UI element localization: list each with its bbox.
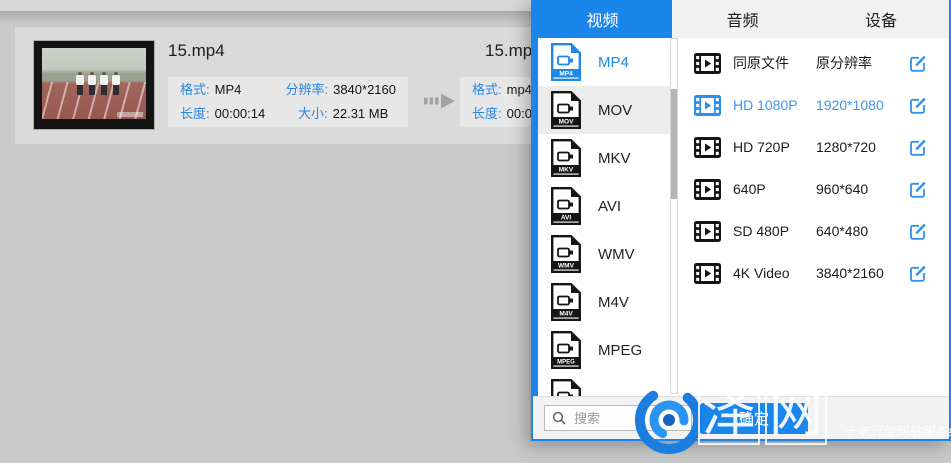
format-label: WMV — [598, 246, 635, 263]
thumbnail-figure — [112, 72, 120, 96]
file-format-icon: WMV — [551, 235, 581, 273]
quality-name: 4K Video — [733, 265, 790, 281]
scrollbar-thumb[interactable] — [671, 89, 677, 199]
format-value: MP4 — [215, 78, 242, 102]
file-format-icon: MOV — [551, 91, 581, 129]
file-format-icon — [551, 379, 581, 397]
format-item-mp4[interactable]: MP4 MP4 — [538, 38, 677, 86]
format-value: mp4 — [507, 78, 532, 102]
svg-text:MOV: MOV — [559, 119, 574, 126]
filmstrip-icon — [694, 137, 721, 158]
duration-label: 长度: — [180, 102, 210, 126]
quality-resolution: 原分辨率 — [816, 53, 872, 73]
file-format-icon: MP4 — [551, 43, 581, 81]
filmstrip-icon — [694, 53, 721, 74]
file-format-icon: AVI — [551, 187, 581, 225]
format-label: AVI — [598, 198, 621, 215]
svg-text:MKV: MKV — [559, 167, 574, 174]
svg-text:WMV: WMV — [558, 263, 575, 270]
format-item-wmv[interactable]: WMV WMV — [538, 230, 677, 278]
filmstrip-icon — [694, 263, 721, 284]
filmstrip-icon — [694, 179, 721, 200]
format-label: MP4 — [598, 54, 629, 71]
popup-tab-bar: 视频 音频 设备 — [533, 0, 949, 38]
edit-settings-icon[interactable] — [907, 137, 928, 158]
duration-label: 长度: — [472, 102, 502, 126]
quality-resolution: 960*640 — [816, 181, 868, 197]
format-item-mov[interactable]: MOV MOV — [538, 86, 677, 134]
quality-item-640p[interactable]: 640P 960*640 — [679, 168, 949, 210]
thumbnail-photo — [42, 48, 146, 119]
quality-name: 640P — [733, 181, 766, 197]
duration-value: 00:00:14 — [215, 102, 266, 126]
thumbnail-watermark — [117, 112, 143, 117]
tab-device[interactable]: 设备 — [813, 0, 949, 38]
resolution-label: 分辨率: — [285, 78, 328, 102]
format-label: M4V — [598, 294, 629, 311]
edit-settings-icon[interactable] — [907, 221, 928, 242]
format-list: MP4 MP4 MOV MOV — [533, 38, 677, 397]
source-file-info: 格式:MP4 分辨率:3840*2160 长度:00:00:14 大小:22.3… — [168, 77, 408, 127]
video-thumbnail — [33, 40, 155, 130]
quality-resolution: 640*480 — [816, 223, 868, 239]
quality-name: 同原文件 — [733, 53, 789, 73]
thumbnail-figure — [76, 72, 84, 96]
popup-bottom-bar: 确定 — [533, 396, 949, 439]
edit-settings-icon[interactable] — [907, 179, 928, 200]
size-value: 22.31 MB — [333, 102, 389, 126]
tab-audio[interactable]: 音频 — [672, 0, 813, 38]
quality-item-hd1080p[interactable]: HD 1080P 1920*1080 — [679, 84, 949, 126]
format-item-partial[interactable] — [538, 374, 677, 397]
search-icon — [552, 411, 566, 425]
convert-direction-icon — [424, 89, 458, 113]
app-window: 15.mp4 格式:MP4 分辨率:3840*2160 长度:00:00:14 … — [0, 0, 951, 463]
svg-text:MPEG: MPEG — [557, 360, 575, 366]
format-label: 格式: — [472, 78, 502, 102]
format-label: MPEG — [598, 342, 642, 359]
quality-item-original[interactable]: 同原文件 原分辨率 — [679, 42, 949, 84]
search-input[interactable] — [572, 410, 676, 427]
resolution-value: 3840*2160 — [333, 78, 396, 102]
size-label: 大小: — [298, 102, 328, 126]
svg-text:AVI: AVI — [561, 215, 572, 222]
quality-list: 同原文件 原分辨率 HD 1080P 1920*1080 — [679, 38, 949, 397]
filmstrip-icon — [694, 95, 721, 116]
tab-video[interactable]: 视频 — [533, 0, 672, 38]
quality-resolution: 1920*1080 — [816, 97, 884, 113]
file-format-icon: MKV — [551, 139, 581, 177]
quality-resolution: 3840*2160 — [816, 265, 884, 281]
format-label: MOV — [598, 102, 632, 119]
output-format-popup: 视频 音频 设备 MP4 MP4 — [531, 0, 951, 441]
format-item-mpeg[interactable]: MPEG MPEG — [538, 326, 677, 374]
confirm-button[interactable]: 确定 — [700, 403, 808, 434]
source-file-title: 15.mp4 — [168, 41, 225, 61]
file-format-icon: MPEG — [551, 331, 581, 369]
svg-text:M4V: M4V — [559, 311, 573, 318]
edit-settings-icon[interactable] — [907, 263, 928, 284]
quality-item-4k[interactable]: 4K Video 3840*2160 — [679, 252, 949, 294]
format-label: 格式: — [180, 78, 210, 102]
file-format-icon: M4V — [551, 283, 581, 321]
quality-item-sd480p[interactable]: SD 480P 640*480 — [679, 210, 949, 252]
quality-resolution: 1280*720 — [816, 139, 876, 155]
thumbnail-figure — [88, 72, 96, 96]
quality-item-hd720p[interactable]: HD 720P 1280*720 — [679, 126, 949, 168]
filmstrip-icon — [694, 221, 721, 242]
quality-name: HD 720P — [733, 139, 790, 155]
format-list-scrollbar[interactable] — [670, 38, 678, 394]
quality-name: SD 480P — [733, 223, 789, 239]
format-label: MKV — [598, 150, 631, 167]
format-item-mkv[interactable]: MKV MKV — [538, 134, 677, 182]
quality-name: HD 1080P — [733, 97, 798, 113]
edit-settings-icon[interactable] — [907, 53, 928, 74]
edit-settings-icon[interactable] — [907, 95, 928, 116]
svg-text:MP4: MP4 — [559, 71, 573, 78]
format-item-m4v[interactable]: M4V M4V — [538, 278, 677, 326]
thumbnail-figure — [100, 72, 108, 96]
format-item-avi[interactable]: AVI AVI — [538, 182, 677, 230]
search-box[interactable] — [544, 405, 692, 431]
